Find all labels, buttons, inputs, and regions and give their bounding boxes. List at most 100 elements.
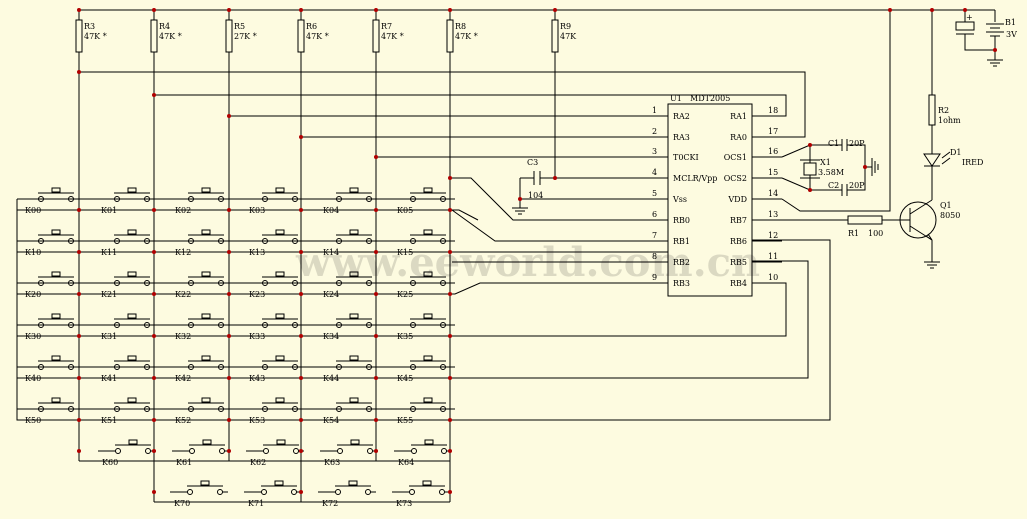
q1-value: 8050 — [940, 211, 960, 220]
key-button — [275, 397, 285, 403]
key-switch — [244, 480, 302, 495]
key-label: K43 — [249, 374, 265, 383]
key-label: K70 — [174, 499, 190, 508]
chip-part: MDT2005 — [690, 94, 730, 103]
c1-value: 20P — [849, 139, 865, 148]
key-label: K34 — [323, 332, 339, 341]
key-button — [201, 355, 211, 361]
resistor-r5 — [225, 19, 233, 53]
junction-dot — [227, 208, 231, 212]
battery-ref: B1 — [1005, 18, 1016, 27]
key-button — [128, 439, 138, 445]
d1-ref: D1 — [950, 148, 962, 157]
led-d1 — [923, 153, 941, 167]
key-label: K11 — [101, 248, 117, 257]
key-contact — [291, 489, 297, 495]
c1-ref: C1 — [828, 139, 839, 148]
key-label: K02 — [175, 206, 191, 215]
junction-dot — [448, 490, 452, 494]
junction-dot — [448, 449, 452, 453]
key-button — [423, 397, 433, 403]
key-label: K21 — [101, 290, 117, 299]
key-contact — [335, 489, 341, 495]
resistor-r2 — [928, 94, 936, 126]
key-button — [200, 480, 210, 486]
resistor-r4 — [150, 19, 158, 53]
key-label: K73 — [396, 499, 412, 508]
key-label: K33 — [249, 332, 265, 341]
key-button — [349, 355, 359, 361]
key-button — [202, 439, 212, 445]
junction-dot — [448, 418, 452, 422]
key-label: K25 — [397, 290, 413, 299]
pin-number: 18 — [768, 106, 778, 115]
key-label: K72 — [322, 499, 338, 508]
r2-ref: R2 — [938, 106, 949, 115]
key-label: K63 — [324, 458, 340, 467]
junction-dot — [518, 197, 522, 201]
junction-dot — [374, 292, 378, 296]
r1-value: 100 — [868, 229, 883, 238]
c2-ref: C2 — [828, 181, 839, 190]
junction-dot — [227, 376, 231, 380]
junction-dot — [930, 8, 934, 12]
junction-dot — [227, 449, 231, 453]
led-emission-icon — [941, 157, 951, 165]
key-button — [350, 439, 360, 445]
resistor-r7 — [372, 19, 380, 53]
key-button — [274, 480, 284, 486]
key-button — [276, 439, 286, 445]
key-button — [201, 187, 211, 193]
key-contact — [187, 489, 193, 495]
pin-number: 14 — [768, 189, 778, 198]
key-label: K03 — [249, 206, 265, 215]
watermark: www.eeworld.com.cn — [295, 239, 760, 286]
key-button — [275, 229, 285, 235]
key-button — [127, 229, 137, 235]
key-button — [201, 313, 211, 319]
junction-dot — [152, 93, 156, 97]
junction-dot — [448, 292, 452, 296]
junction-dot — [77, 449, 81, 453]
q1-ref: Q1 — [940, 201, 952, 210]
key-button — [423, 229, 433, 235]
junction-dot — [77, 418, 81, 422]
pin-number: 4 — [652, 168, 657, 177]
key-button — [348, 480, 358, 486]
key-label: K52 — [175, 416, 191, 425]
key-switch — [98, 439, 156, 454]
c3-value: 104 — [528, 191, 543, 200]
junction-dot — [77, 250, 81, 254]
resistor-value: 47K — [560, 32, 577, 41]
key-contact — [441, 448, 447, 454]
junction-dot — [299, 135, 303, 139]
resistor-value: 27K * — [234, 32, 257, 41]
resistor-ref: R5 — [234, 22, 245, 31]
key-label: K50 — [25, 416, 41, 425]
key-button — [423, 313, 433, 319]
resistor-r8 — [446, 19, 454, 53]
junction-dot — [963, 8, 967, 12]
pin-number: 2 — [652, 127, 657, 136]
key-label: K71 — [248, 499, 264, 508]
key-contact — [217, 489, 223, 495]
junction-dot — [374, 155, 378, 159]
key-label: K42 — [175, 374, 191, 383]
junction-dot — [152, 449, 156, 453]
crystal-x1 — [803, 162, 817, 176]
key-label: K32 — [175, 332, 191, 341]
c2-value: 20P — [849, 181, 865, 190]
key-switch — [246, 439, 304, 454]
resistor-r6 — [297, 19, 305, 53]
key-button — [127, 271, 137, 277]
key-label: K62 — [250, 458, 266, 467]
key-label: K53 — [249, 416, 265, 425]
junction-dot — [808, 188, 812, 192]
key-switch — [394, 439, 452, 454]
key-button — [127, 313, 137, 319]
key-label: K51 — [101, 416, 117, 425]
junction-dot — [553, 176, 557, 180]
key-label: K60 — [102, 458, 118, 467]
key-button — [51, 355, 61, 361]
junction-dot — [808, 143, 812, 147]
